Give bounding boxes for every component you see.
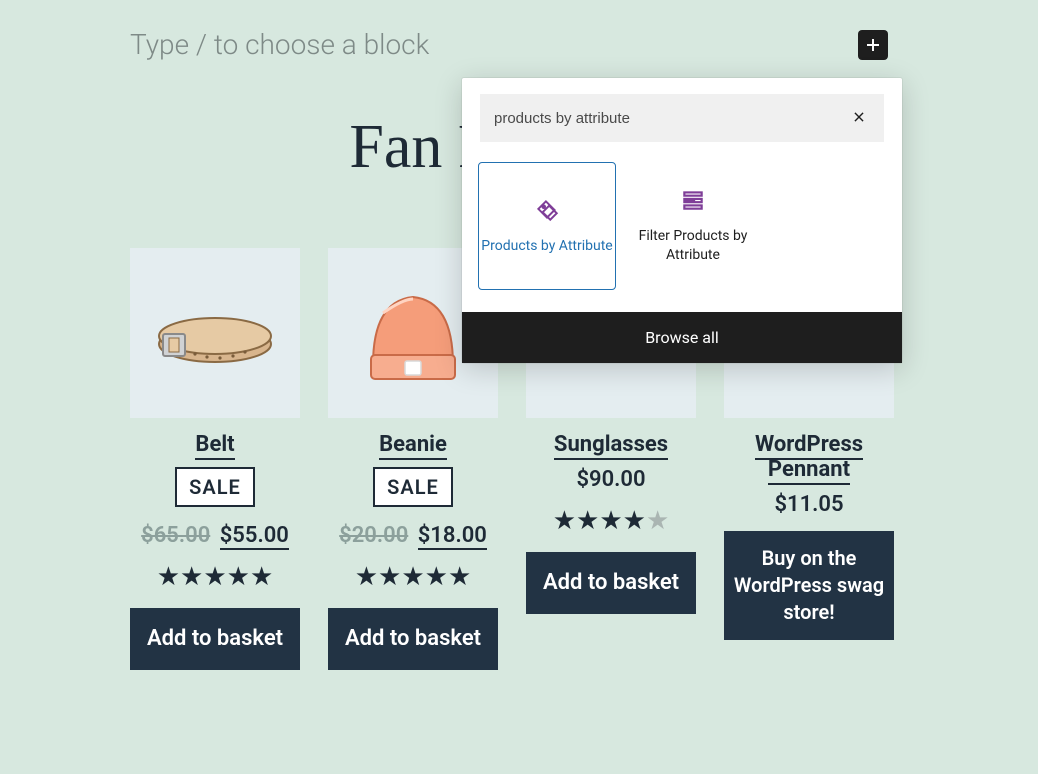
star-icon: ★ — [553, 506, 576, 536]
star-icon: ★ — [623, 506, 646, 536]
price-current: $11.05 — [774, 492, 843, 517]
block-item-label: Products by Attribute — [481, 237, 612, 256]
block-inserter-popover: Products by Attribute Filter Products by… — [462, 78, 902, 363]
product-title[interactable]: Beanie — [379, 432, 447, 457]
price-current: $18.00 — [418, 523, 487, 550]
star-icon: ★ — [227, 562, 250, 592]
external-buy-button[interactable]: Buy on the WordPress swag store! — [724, 531, 894, 640]
price-old: $65.00 — [141, 523, 210, 548]
star-icon: ★ — [157, 562, 180, 592]
star-icon-empty: ★ — [646, 506, 669, 536]
star-icon: ★ — [180, 562, 203, 592]
product-title[interactable]: Belt — [195, 432, 234, 457]
sale-badge: SALE — [373, 467, 453, 507]
belt-illustration — [145, 288, 285, 378]
star-icon: ★ — [401, 562, 424, 592]
product-price: $20.00 $18.00 — [339, 523, 487, 548]
plus-icon — [864, 36, 882, 54]
block-item-label: Filter Products by Attribute — [625, 227, 761, 265]
rating-stars: ★ ★ ★ ★ ★ — [355, 562, 472, 592]
star-icon: ★ — [378, 562, 401, 592]
price-current: $90.00 — [576, 467, 645, 492]
star-icon: ★ — [425, 562, 448, 592]
rating-stars: ★ ★ ★ ★ ★ — [553, 506, 670, 536]
star-icon: ★ — [448, 562, 471, 592]
browse-all-button[interactable]: Browse all — [462, 312, 902, 363]
editor-top-row: Type / to choose a block — [130, 28, 888, 61]
add-to-basket-button[interactable]: Add to basket — [328, 608, 498, 670]
star-icon: ★ — [250, 562, 273, 592]
product-title[interactable]: WordPress Pennant — [724, 432, 894, 482]
block-placeholder[interactable]: Type / to choose a block — [130, 28, 429, 61]
close-icon — [852, 110, 866, 124]
star-icon: ★ — [355, 562, 378, 592]
add-block-button[interactable] — [858, 30, 888, 60]
clear-search-button[interactable] — [848, 104, 870, 133]
star-icon: ★ — [599, 506, 622, 536]
block-results: Products by Attribute Filter Products by… — [462, 152, 902, 312]
rating-stars: ★ ★ ★ ★ ★ — [157, 562, 274, 592]
star-icon: ★ — [576, 506, 599, 536]
star-icon: ★ — [203, 562, 226, 592]
price-current: $55.00 — [220, 523, 289, 550]
add-to-basket-button[interactable]: Add to basket — [130, 608, 300, 670]
product-price: $11.05 — [774, 492, 843, 517]
beanie-illustration — [353, 273, 473, 393]
product-image[interactable] — [130, 248, 300, 418]
block-search-input[interactable] — [494, 110, 848, 127]
sale-badge: SALE — [175, 467, 255, 507]
add-to-basket-button[interactable]: Add to basket — [526, 552, 696, 614]
product-price: $65.00 $55.00 — [141, 523, 289, 548]
filter-list-icon — [680, 187, 706, 213]
tags-icon — [534, 197, 560, 223]
block-search-field[interactable] — [480, 94, 884, 142]
product-price: $90.00 — [576, 467, 645, 492]
product-title[interactable]: Sunglasses — [554, 432, 668, 457]
product-card-belt: Belt SALE $65.00 $55.00 ★ ★ ★ ★ ★ Add to… — [130, 248, 300, 670]
block-item-products-by-attribute[interactable]: Products by Attribute — [478, 162, 616, 290]
block-item-filter-products-by-attribute[interactable]: Filter Products by Attribute — [624, 162, 762, 290]
price-old: $20.00 — [339, 523, 408, 548]
